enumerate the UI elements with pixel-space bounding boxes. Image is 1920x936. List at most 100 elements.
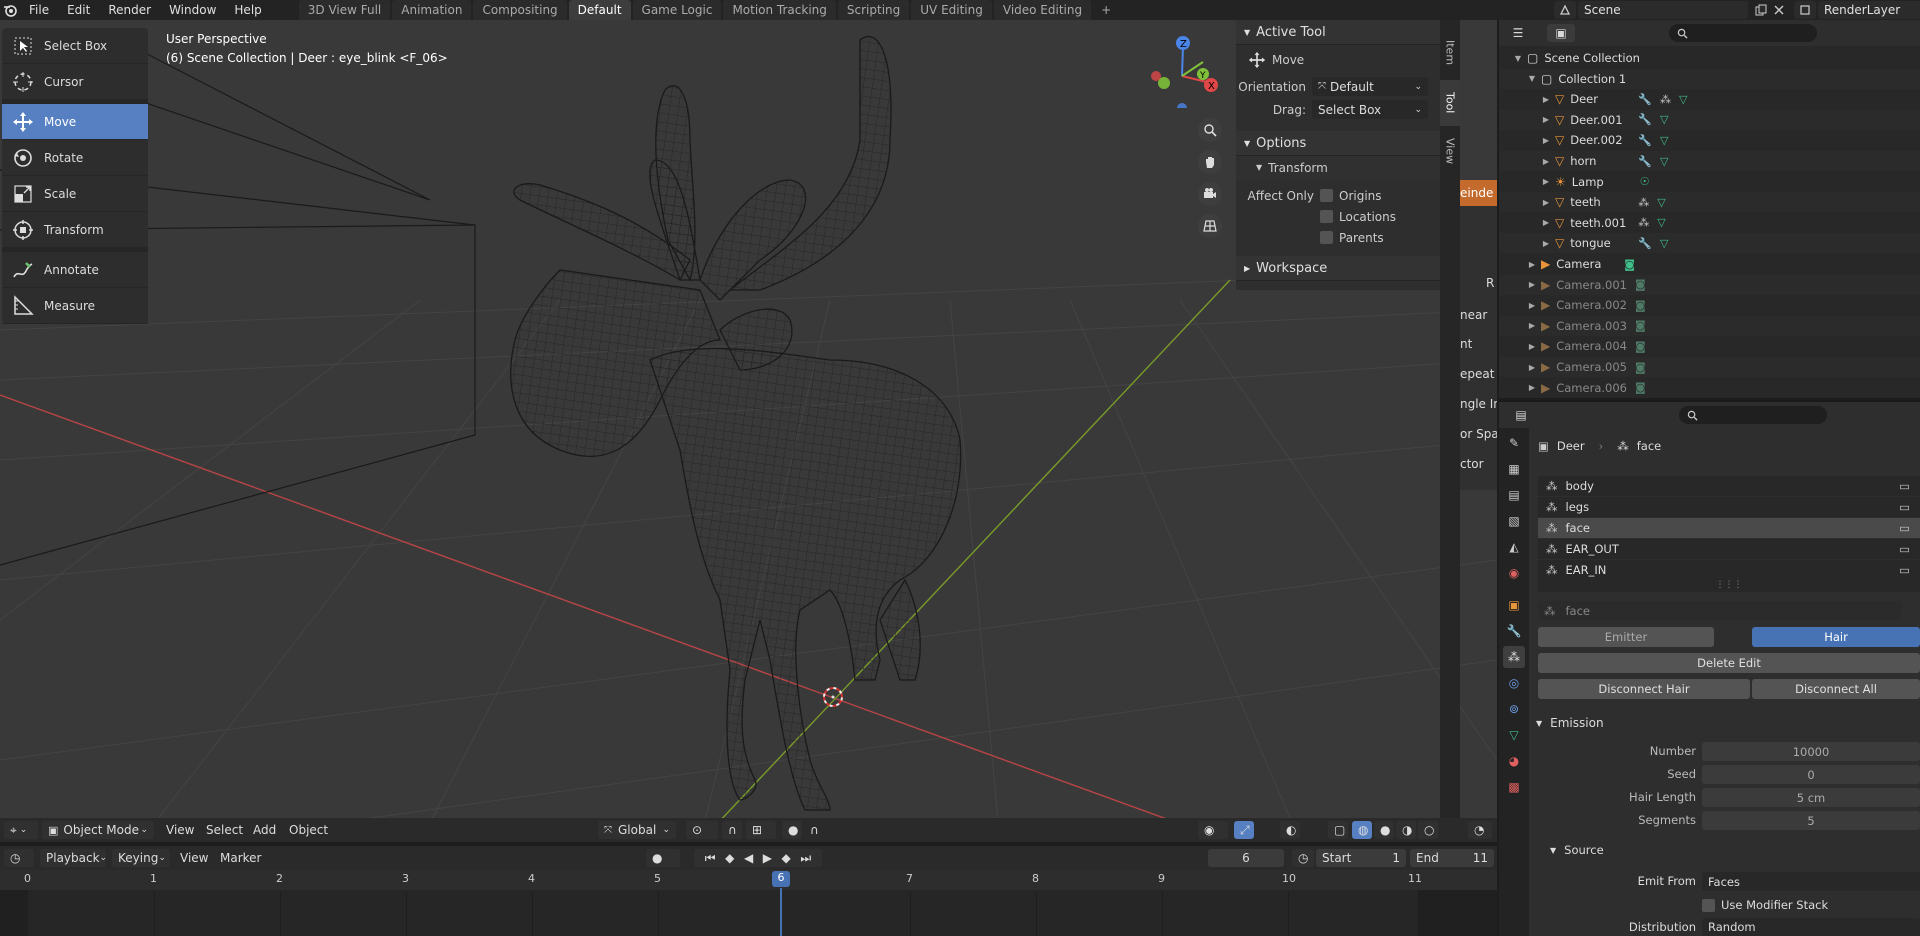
strip-item[interactable]: ctor: [1460, 457, 1484, 471]
outliner-row[interactable]: ▶ ▶ Camera.005 ◙: [1499, 357, 1920, 377]
mesh-data-icon[interactable]: ▽: [1660, 155, 1668, 168]
use-modifier-stack-checkbox[interactable]: [1702, 898, 1715, 912]
menu-add[interactable]: Add: [247, 821, 282, 839]
emitter-type-button[interactable]: Emitter: [1538, 627, 1714, 647]
gizmo-toggle[interactable]: ⤢: [1234, 821, 1254, 839]
menu-edit[interactable]: Edit: [58, 0, 99, 20]
tab-default[interactable]: Default: [568, 0, 631, 20]
mesh-data-icon[interactable]: ▽: [1660, 134, 1668, 147]
editor-type-button[interactable]: ▤: [1507, 406, 1535, 424]
wrench-icon[interactable]: 🔧: [1638, 93, 1652, 106]
editor-type-button[interactable]: ⌖ ⌄: [4, 821, 38, 839]
orientation-dropdown[interactable]: ⤧ Default ⌄: [1312, 77, 1428, 96]
current-frame-indicator[interactable]: 6: [772, 871, 790, 887]
menu-view[interactable]: View: [174, 849, 214, 867]
menu-marker[interactable]: Marker: [214, 849, 267, 867]
tab-video-editing[interactable]: Video Editing: [993, 0, 1092, 20]
start-frame-field[interactable]: Start 1: [1316, 849, 1406, 867]
object-tab-icon[interactable]: ▣: [1503, 594, 1525, 616]
outliner-row[interactable]: ▶ ▽ Deer.002 🔧 ▽: [1499, 130, 1920, 150]
menu-view[interactable]: View: [160, 821, 200, 839]
view-layer-tab-icon[interactable]: ▧: [1503, 510, 1525, 532]
expand-triangle-icon[interactable]: ▶: [1541, 95, 1551, 104]
render-layer-field[interactable]: RenderLayer: [1818, 1, 1920, 19]
monitor-visibility-icon[interactable]: ▭: [1899, 542, 1910, 556]
expand-triangle-icon[interactable]: ▶: [1527, 301, 1537, 310]
blender-logo-icon[interactable]: [0, 0, 20, 20]
menu-window[interactable]: Window: [160, 0, 225, 20]
modifier-wrench-tab-icon[interactable]: 🔧: [1503, 620, 1525, 642]
mesh-data-icon[interactable]: ▽: [1657, 196, 1665, 209]
particle-system-item[interactable]: ⁂ EAR_OUT ▭: [1538, 539, 1920, 559]
number-field[interactable]: 10000: [1702, 742, 1920, 761]
tool-scale[interactable]: Scale: [2, 176, 148, 212]
render-preview-button[interactable]: ◔: [1468, 821, 1492, 839]
close-scene-icon[interactable]: [1770, 1, 1788, 19]
constraints-tab-icon[interactable]: ⊚: [1503, 698, 1525, 720]
copy-scene-icon[interactable]: [1752, 1, 1770, 19]
wireframe-shading-button[interactable]: ◍: [1352, 821, 1372, 839]
vertex-groups-icon[interactable]: ⁂: [1638, 196, 1649, 209]
play-icon[interactable]: ▶: [763, 851, 772, 865]
outliner-row[interactable]: ▶ ▶ Camera.002 ◙: [1499, 295, 1920, 315]
tab-view[interactable]: View: [1440, 128, 1460, 174]
strip-item[interactable]: or Spa: [1460, 427, 1497, 441]
tab-uv-editing[interactable]: UV Editing: [911, 0, 992, 20]
collapse-triangle-icon[interactable]: ▼: [1513, 54, 1523, 63]
render-layer-icon[interactable]: [1794, 1, 1816, 19]
outliner-row[interactable]: ▶ ▽ teeth ⁂ ▽: [1499, 192, 1920, 213]
expand-triangle-icon[interactable]: ▶: [1541, 198, 1551, 207]
mesh-data-icon[interactable]: ▽: [1660, 237, 1668, 250]
properties-search-input[interactable]: [1679, 406, 1827, 424]
outliner-row[interactable]: ▶ ▽ Deer 🔧 ⁂ ▽: [1499, 89, 1920, 109]
overlay-toggle[interactable]: ◐: [1280, 821, 1300, 839]
rendered-shading-button[interactable]: ○: [1418, 821, 1438, 839]
pivot-point-button[interactable]: ⊙: [686, 821, 718, 839]
wrench-icon[interactable]: 🔧: [1638, 237, 1652, 250]
navigation-gizmo[interactable]: Z X Y: [1140, 28, 1220, 108]
keying-dropdown[interactable]: Keying ⌄: [112, 849, 170, 867]
monitor-visibility-icon[interactable]: ▭: [1899, 521, 1910, 535]
jump-start-icon[interactable]: ⏮: [705, 851, 716, 866]
emission-panel-header[interactable]: ▼ Emission: [1530, 712, 1920, 734]
material-shading-button[interactable]: ◑: [1396, 821, 1416, 839]
add-workspace-button[interactable]: +: [1093, 3, 1119, 17]
strip-item[interactable]: nt: [1460, 337, 1472, 351]
render-tab-icon[interactable]: ▦: [1503, 458, 1525, 480]
segments-field[interactable]: 5: [1702, 811, 1920, 830]
tool-measure[interactable]: Measure: [2, 288, 148, 324]
snap-toggle[interactable]: ∩: [722, 821, 742, 839]
outliner-row[interactable]: ▶ ▶ Camera.001 ◙: [1499, 274, 1920, 295]
editor-type-button[interactable]: ◷: [4, 849, 34, 867]
menu-select[interactable]: Select: [200, 821, 249, 839]
mesh-data-icon[interactable]: ▽: [1657, 216, 1665, 229]
particle-settings-selector[interactable]: ⁂ face: [1538, 601, 1902, 620]
prev-keyframe-icon[interactable]: ◆: [725, 851, 734, 865]
tool-annotate[interactable]: Annotate: [2, 252, 148, 288]
expand-triangle-icon[interactable]: ▶: [1541, 218, 1551, 227]
menu-help[interactable]: Help: [225, 0, 270, 20]
particle-system-item[interactable]: ⁂ face ▭: [1538, 518, 1920, 538]
tool-cursor[interactable]: Cursor: [2, 64, 148, 100]
expand-triangle-icon[interactable]: ▶: [1541, 136, 1551, 145]
lamp-data-icon[interactable]: ☉: [1640, 175, 1650, 188]
editor-type-button[interactable]: ☰: [1505, 24, 1531, 42]
active-tool-header[interactable]: ▼ Active Tool: [1236, 20, 1440, 45]
data-tab-icon[interactable]: ▽: [1503, 724, 1525, 746]
workspace-header[interactable]: ▶ Workspace: [1236, 256, 1440, 281]
tool-select-box[interactable]: Select Box: [2, 28, 148, 64]
preview-range-toggle[interactable]: ◷: [1292, 849, 1314, 867]
tab-motion-tracking[interactable]: Motion Tracking: [723, 0, 836, 20]
delete-edit-button[interactable]: Delete Edit: [1538, 653, 1920, 673]
mesh-data-icon[interactable]: ▽: [1679, 93, 1687, 106]
camera-data-icon[interactable]: ◙: [1635, 361, 1646, 374]
tool-transform[interactable]: Transform: [2, 212, 148, 248]
perspective-grid-icon[interactable]: [1198, 214, 1222, 238]
transform-orientation-dropdown[interactable]: ⤧ Global ⌄: [598, 821, 676, 839]
expand-triangle-icon[interactable]: ▶: [1541, 157, 1551, 166]
wrench-icon[interactable]: 🔧: [1638, 134, 1652, 147]
monitor-visibility-icon[interactable]: ▭: [1899, 500, 1910, 514]
zoom-icon[interactable]: [1198, 118, 1222, 142]
tab-tool[interactable]: Tool: [1440, 80, 1460, 126]
distribution-dropdown[interactable]: Random: [1702, 918, 1920, 936]
